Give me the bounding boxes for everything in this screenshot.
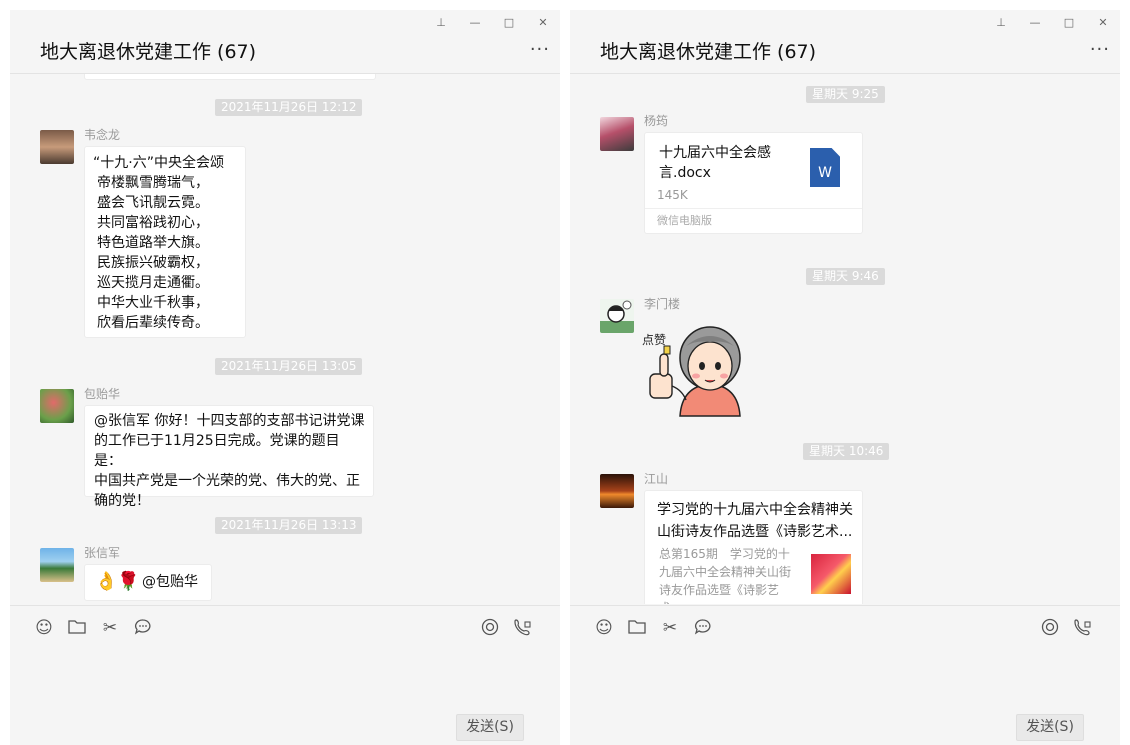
message-line: “十九·六”中央全会颂 — [93, 155, 224, 171]
chat-title: 地大离退休党建工作 (67) — [600, 41, 817, 63]
message-line: 民族振兴破霸权， — [97, 255, 209, 271]
timestamp: 2021年11月26日 12:12 — [215, 99, 363, 116]
timestamp: 2021年11月26日 13:13 — [215, 517, 363, 534]
message-line: 确的党！ — [94, 493, 150, 509]
pin-icon[interactable]: ⊥ — [430, 14, 452, 32]
article-summary: 总第165期 学习党的十九届六中全会精神关山街诗友作品选暨《诗影艺术... — [659, 547, 792, 604]
folder-icon[interactable] — [67, 618, 87, 638]
sender-name: 韦念龙 — [84, 128, 121, 142]
sender-name: 包贻华 — [84, 387, 121, 401]
sender-name: 江山 — [644, 472, 669, 486]
title-bar: 地大离退休党建工作 (67) ⊥ — □ ✕ ··· — [10, 10, 560, 74]
previous-message-fragment — [84, 74, 376, 80]
avatar[interactable] — [600, 299, 634, 333]
message-line: 帝楼飘雪腾瑞气， — [97, 175, 209, 191]
input-toolbar: ☺ ✂ — [570, 605, 1120, 646]
message-line: 欣看后辈续传奇。 — [97, 315, 209, 331]
video-call-icon[interactable] — [513, 618, 533, 638]
file-source: 微信电脑版 — [645, 208, 862, 233]
article-message[interactable]: 学习党的十九届六中全会精神关山街诗友作品选暨《诗影艺术... 总第165期 学习… — [644, 490, 863, 604]
avatar[interactable] — [40, 130, 74, 164]
emoji-icon[interactable]: ☺ — [594, 618, 614, 638]
input-toolbar: ☺ ✂ — [10, 605, 560, 646]
close-icon[interactable]: ✕ — [532, 14, 554, 32]
chat-window-left: 地大离退休党建工作 (67) ⊥ — □ ✕ ··· 2021年11月26日 1… — [10, 10, 560, 745]
send-button[interactable]: 发送(S) — [456, 714, 524, 741]
timestamp: 星期天 10:46 — [803, 443, 890, 460]
message-bubble[interactable]: “十九·六”中央全会颂 帝楼飘雪腾瑞气， 盛会飞讯靓云霓。 共同富裕践初心， 特… — [84, 146, 246, 338]
emoji-ok-rose: 👌🌹 — [95, 571, 140, 592]
avatar[interactable] — [40, 548, 74, 582]
file-message[interactable]: 十九届六中全会感言.docx W 145K 微信电脑版 — [644, 132, 863, 234]
close-icon[interactable]: ✕ — [1092, 14, 1114, 32]
mention-text: @包贻华 — [142, 574, 198, 590]
message-input[interactable]: 发送(S) — [10, 646, 560, 745]
avatar[interactable] — [40, 389, 74, 423]
message-line: 盛会飞讯靓云霓。 — [97, 195, 209, 211]
file-size: 145K — [657, 188, 688, 202]
chat-window-right: 地大离退休党建工作 (67) ⊥ — □ ✕ ··· 星期天 9:25 杨筠 十… — [570, 10, 1120, 745]
avatar[interactable] — [600, 117, 634, 151]
sender-name: 杨筠 — [644, 114, 669, 128]
message-line: 中国共产党是一个光荣的党、伟大的党、正 — [94, 473, 360, 489]
chat-history-icon[interactable] — [133, 618, 153, 638]
message-line: 共同富裕践初心， — [97, 215, 209, 231]
message-line: 特色道路举大旗。 — [97, 235, 209, 251]
scissors-icon[interactable]: ✂ — [660, 618, 680, 638]
title-bar: 地大离退休党建工作 (67) ⊥ — □ ✕ ··· — [570, 10, 1120, 74]
scissors-icon[interactable]: ✂ — [100, 618, 120, 638]
file-name: 十九届六中全会感言.docx — [659, 145, 771, 181]
message-line: 的工作已于11月25日完成。党课的题目是： — [94, 433, 340, 469]
chat-title: 地大离退休党建工作 (67) — [40, 41, 257, 63]
timestamp: 星期天 9:25 — [806, 86, 885, 103]
sender-name: 李门楼 — [644, 297, 681, 311]
more-icon[interactable]: ··· — [530, 40, 550, 60]
more-icon[interactable]: ··· — [1090, 40, 1110, 60]
message-bubble[interactable]: 👌🌹 @包贻华 — [84, 564, 212, 601]
live-icon[interactable] — [480, 618, 500, 638]
message-line: @张信军 你好！十四支部的支部书记讲党课 — [94, 413, 365, 429]
sticker-text: 点赞 — [642, 333, 666, 347]
message-list[interactable]: 2021年11月26日 12:12 韦念龙 “十九·六”中央全会颂 帝楼飘雪腾瑞… — [10, 74, 560, 604]
timestamp: 2021年11月26日 13:05 — [215, 358, 363, 375]
minimize-icon[interactable]: — — [1024, 14, 1046, 32]
maximize-icon[interactable]: □ — [498, 14, 520, 32]
sticker-thumbs-up[interactable]: 点赞 — [642, 316, 752, 421]
word-document-icon: W — [810, 148, 840, 187]
message-line: 巡天揽月走通衢。 — [97, 275, 209, 291]
live-icon[interactable] — [1040, 618, 1060, 638]
message-bubble[interactable]: @张信军 你好！十四支部的支部书记讲党课 的工作已于11月25日完成。党课的题目… — [84, 405, 374, 509]
chat-history-icon[interactable] — [693, 618, 713, 638]
minimize-icon[interactable]: — — [464, 14, 486, 32]
message-list[interactable]: 星期天 9:25 杨筠 十九届六中全会感言.docx W 145K 微信电脑版 … — [570, 74, 1120, 604]
pin-icon[interactable]: ⊥ — [990, 14, 1012, 32]
sender-name: 张信军 — [84, 546, 121, 560]
message-line: 中华大业千秋事， — [97, 295, 209, 311]
folder-icon[interactable] — [627, 618, 647, 638]
article-title: 学习党的十九届六中全会精神关山街诗友作品选暨《诗影艺术... — [657, 502, 853, 540]
article-thumbnail — [811, 554, 851, 594]
maximize-icon[interactable]: □ — [1058, 14, 1080, 32]
timestamp: 星期天 9:46 — [806, 268, 885, 285]
send-button[interactable]: 发送(S) — [1016, 714, 1084, 741]
avatar[interactable] — [600, 474, 634, 508]
emoji-icon[interactable]: ☺ — [34, 618, 54, 638]
video-call-icon[interactable] — [1073, 618, 1093, 638]
message-input[interactable]: 发送(S) — [570, 646, 1120, 745]
